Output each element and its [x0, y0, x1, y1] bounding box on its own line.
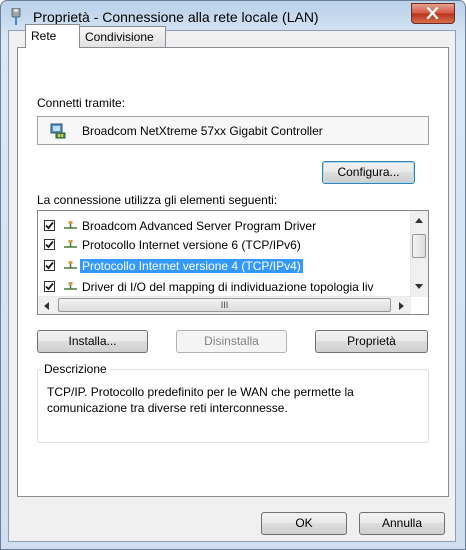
cancel-button-label: Annulla: [381, 516, 423, 530]
scroll-up-icon[interactable]: [415, 218, 423, 223]
scroll-down-icon[interactable]: [415, 284, 423, 289]
check-icon: [45, 221, 54, 230]
scroll-left-icon[interactable]: [44, 302, 49, 310]
cancel-button[interactable]: Annulla: [359, 512, 445, 535]
network-cable-icon: [11, 8, 21, 25]
uninstall-button-label: Disinstalla: [204, 334, 259, 348]
item-checkbox[interactable]: [44, 281, 55, 292]
description-title: Descrizione: [41, 362, 110, 376]
list-item-label: Broadcom Advanced Server Program Driver: [82, 219, 317, 233]
uninstall-button[interactable]: Disinstalla: [176, 330, 287, 353]
adapter-field: Broadcom NetXtreme 57xx Gigabit Controll…: [37, 116, 429, 145]
list-item-label: Protocollo Internet versione 6 (TCP/IPv6…: [82, 238, 301, 252]
tab-rete[interactable]: Rete: [25, 24, 80, 48]
list-item[interactable]: Driver di I/O del mapping di individuazi…: [38, 278, 412, 298]
list-item-label: Protocollo Internet versione 4 (TCP/IPv4…: [80, 259, 303, 273]
scroll-right-icon[interactable]: [399, 302, 404, 310]
horizontal-scroll-thumb[interactable]: III: [58, 298, 391, 312]
adapter-name: Broadcom NetXtreme 57xx Gigabit Controll…: [82, 124, 323, 138]
properties-button[interactable]: Proprietà: [315, 330, 428, 353]
network-component-icon: [64, 261, 77, 269]
configure-button[interactable]: Configura...: [322, 161, 415, 184]
items-label: La connessione utilizza gli elementi seg…: [37, 193, 278, 207]
properties-button-label: Proprietà: [347, 334, 396, 348]
network-component-icon: [64, 221, 77, 229]
vertical-scrollbar[interactable]: [410, 211, 428, 297]
list-item-selected[interactable]: Protocollo Internet versione 4 (TCP/IPv4…: [38, 257, 412, 277]
network-component-icon: [64, 282, 77, 290]
close-icon: [426, 7, 439, 19]
description-text: TCP/IP. Protocollo predefinito per le WA…: [47, 385, 354, 415]
install-button[interactable]: Installa...: [37, 330, 148, 353]
vertical-scroll-thumb[interactable]: [412, 234, 426, 258]
connect-via-label: Connetti tramite:: [37, 96, 126, 110]
window-title: Proprietà - Connessione alla rete locale…: [33, 9, 319, 25]
check-icon: [45, 240, 54, 249]
check-icon: [45, 261, 54, 270]
ok-button[interactable]: OK: [261, 512, 347, 535]
scroll-thumb-grip: III: [220, 300, 229, 310]
network-adapter-icon: [50, 123, 66, 139]
tab-rete-label: Rete: [31, 29, 57, 43]
configure-button-label: Configura...: [337, 165, 400, 179]
items-list[interactable]: Broadcom Advanced Server Program Driver …: [37, 210, 429, 315]
ok-button-label: OK: [295, 516, 313, 530]
close-button[interactable]: [411, 3, 455, 24]
tab-condivisione-label: Condivisione: [85, 30, 154, 44]
check-icon: [45, 282, 54, 291]
list-item[interactable]: Protocollo Internet versione 6 (TCP/IPv6…: [38, 236, 412, 256]
item-checkbox[interactable]: [44, 239, 55, 250]
tab-condivisione[interactable]: Condivisione: [79, 26, 166, 47]
install-button-label: Installa...: [68, 334, 117, 348]
horizontal-scrollbar[interactable]: III: [38, 296, 411, 314]
list-item[interactable]: Broadcom Advanced Server Program Driver: [38, 217, 412, 237]
item-checkbox[interactable]: [44, 260, 55, 271]
item-checkbox[interactable]: [44, 220, 55, 231]
network-component-icon: [64, 240, 77, 248]
list-item-label: Driver di I/O del mapping di individuazi…: [82, 280, 374, 294]
